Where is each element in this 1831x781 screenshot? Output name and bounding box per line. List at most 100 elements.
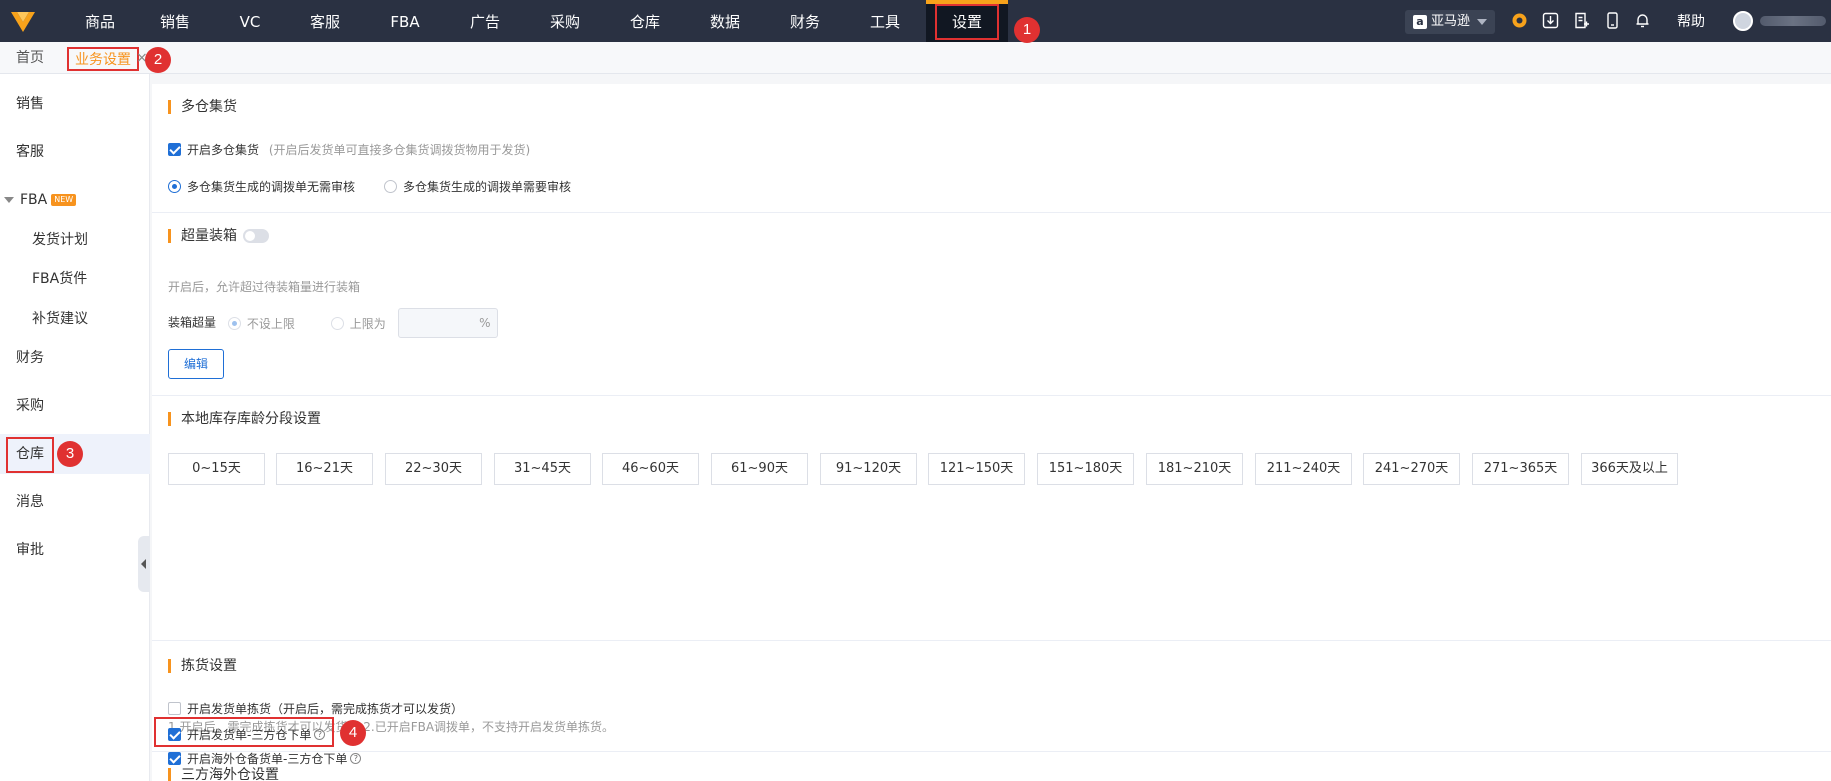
app-logo-icon[interactable] — [8, 6, 38, 36]
age-range-1[interactable]: 16~21天 — [276, 453, 373, 485]
sidebar-item-approval[interactable]: 审批 — [0, 530, 150, 570]
annotation-box-warehouse — [6, 437, 54, 473]
username-blurred[interactable] — [1760, 16, 1826, 26]
tab-business-settings[interactable]: 业务设置 — [67, 47, 139, 71]
age-range-3[interactable]: 31~45天 — [494, 453, 591, 485]
checkbox[interactable] — [168, 702, 181, 715]
nav-item-sales[interactable]: 销售 — [145, 0, 205, 42]
sidebar-collapse-handle[interactable] — [138, 536, 150, 592]
sidebar-item-fba-shipment[interactable]: FBA货件 — [0, 259, 150, 299]
section-multi-warehouse: 多仓集货 开启多仓集货 (开启后发货单可直接多仓集货调拨货物用于发货) 多仓集货… — [152, 84, 1831, 213]
section-inventory-age: 本地库存库龄分段设置 — [152, 396, 1831, 641]
nav-item-vc[interactable]: VC — [225, 0, 275, 42]
nav-item-data[interactable]: 数据 — [695, 0, 755, 42]
field-label: 装箱超量 — [168, 315, 217, 330]
avatar[interactable] — [1733, 11, 1753, 31]
new-badge: NEW — [51, 194, 77, 206]
nav-item-purchasing[interactable]: 采购 — [535, 0, 595, 42]
age-range-6[interactable]: 91~120天 — [820, 453, 917, 485]
section-title: 超量装箱 — [168, 229, 269, 243]
mobile-icon[interactable] — [1604, 12, 1621, 29]
third-party-stockup-option[interactable]: 开启海外仓备货单-三方仓下单? — [168, 750, 362, 767]
overpack-description: 开启后，允许超过待装箱量进行装箱 — [168, 278, 360, 295]
age-range-12[interactable]: 271~365天 — [1472, 453, 1569, 485]
sidebar-item-sales[interactable]: 销售 — [0, 84, 150, 124]
tab-home[interactable]: 首页 — [16, 42, 44, 74]
nav-item-ads[interactable]: 广告 — [455, 0, 515, 42]
age-range-11[interactable]: 241~270天 — [1363, 453, 1460, 485]
download-icon[interactable] — [1542, 12, 1559, 29]
age-range-2[interactable]: 22~30天 — [385, 453, 482, 485]
age-range-10[interactable]: 211~240天 — [1255, 453, 1352, 485]
chevron-down-icon — [1477, 19, 1487, 25]
radio[interactable] — [384, 180, 397, 193]
age-range-4[interactable]: 46~60天 — [602, 453, 699, 485]
marketplace-select[interactable]: a 亚马逊 — [1405, 10, 1495, 34]
sidebar-item-fba[interactable]: FBA NEW — [0, 180, 150, 220]
annotation-marker-2: 2 — [145, 47, 171, 73]
settings-content: 多仓集货 开启多仓集货 (开启后发货单可直接多仓集货调拨货物用于发货) 多仓集货… — [152, 84, 1831, 781]
overpack-limit-row: 装箱超量 不设上限 上限为 % — [168, 308, 498, 338]
amazon-icon: a — [1413, 15, 1427, 29]
limit-percent-input[interactable]: % — [397, 308, 498, 338]
notification-dot-icon[interactable] — [1511, 12, 1528, 29]
tab-strip: 首页 业务设置 × — [0, 42, 1831, 74]
sidebar-item-purchasing[interactable]: 采购 — [0, 386, 150, 426]
radio-need-review[interactable]: 多仓集货生成的调拨单需要审核 — [384, 178, 571, 195]
section-third-party-warehouse: 三方海外仓设置 — [152, 752, 1831, 781]
age-range-8[interactable]: 151~180天 — [1037, 453, 1134, 485]
top-navigation-bar: 商品 销售 VC 客服 FBA 广告 采购 仓库 数据 财务 工具 设置 a 亚马… — [0, 0, 1831, 42]
sidebar: 销售 客服 FBA NEW 发货计划 FBA货件 补货建议 财务 采购 仓库 消息… — [0, 74, 150, 781]
picking-checkbox-row[interactable]: 开启发货单拣货（开启后，需完成拣货才可以发货） — [168, 700, 463, 717]
overpack-toggle[interactable] — [243, 229, 269, 243]
age-range-5[interactable]: 61~90天 — [711, 453, 808, 485]
percent-unit: % — [479, 316, 491, 330]
section-title: 本地库存库龄分段设置 — [168, 412, 321, 426]
edit-button[interactable]: 编辑 — [168, 349, 224, 379]
age-range-13[interactable]: 366天及以上 — [1581, 453, 1678, 485]
sidebar-item-finance[interactable]: 财务 — [0, 338, 150, 378]
checkbox[interactable] — [168, 752, 181, 765]
checkbox[interactable] — [168, 143, 181, 156]
sidebar-item-label: FBA — [20, 192, 48, 208]
multi-warehouse-checkbox-row[interactable]: 开启多仓集货 (开启后发货单可直接多仓集货调拨货物用于发货) — [168, 141, 530, 158]
nav-item-tools[interactable]: 工具 — [855, 0, 915, 42]
help-icon[interactable]: ? — [350, 753, 362, 764]
bell-icon[interactable] — [1634, 12, 1651, 29]
radio-limit[interactable] — [330, 316, 344, 330]
age-range-0[interactable]: 0~15天 — [168, 453, 265, 485]
task-list-icon[interactable] — [1573, 12, 1590, 29]
help-link[interactable]: 帮助 — [1677, 0, 1705, 44]
section-title: 多仓集货 — [168, 100, 237, 114]
nav-item-warehouse[interactable]: 仓库 — [615, 0, 675, 42]
sidebar-item-replenishment[interactable]: 补货建议 — [0, 299, 150, 339]
radio-no-review[interactable]: 多仓集货生成的调拨单无需审核 — [168, 178, 355, 195]
sidebar-item-shipment-plan[interactable]: 发货计划 — [0, 220, 150, 260]
chevron-down-icon — [4, 197, 14, 203]
radio-label: 上限为 — [349, 316, 386, 331]
section-title-text: 超量装箱 — [181, 228, 237, 244]
age-range-9[interactable]: 181~210天 — [1146, 453, 1243, 485]
section-title: 拣货设置 — [168, 659, 237, 673]
nav-item-customer-service[interactable]: 客服 — [295, 0, 355, 42]
age-range-7[interactable]: 121~150天 — [928, 453, 1025, 485]
sidebar-item-customer-service[interactable]: 客服 — [0, 132, 150, 172]
annotation-marker-1: 1 — [1014, 17, 1040, 43]
annotation-marker-4: 4 — [340, 720, 366, 746]
radio-label: 不设上限 — [246, 316, 295, 331]
nav-item-products[interactable]: 商品 — [70, 0, 130, 42]
radio-unlimited[interactable] — [227, 316, 241, 330]
description-text: 开启后，允许超过待装箱量进行装箱 — [168, 280, 361, 294]
hint-text: (开启后发货单可直接多仓集货调拨货物用于发货) — [268, 143, 531, 157]
nav-item-fba[interactable]: FBA — [375, 0, 435, 42]
section-overpack: 超量装箱 开启后，允许超过待装箱量进行装箱 装箱超量 不设上限 上限为 % — [152, 213, 1831, 396]
marketplace-label: 亚马逊 — [1431, 14, 1471, 29]
section-title: 三方海外仓设置 — [168, 768, 279, 781]
annotation-box-settings — [935, 4, 999, 40]
annotation-box-third-party-option — [154, 717, 334, 747]
section-picking: 拣货设置 开启发货单拣货（开启后，需完成拣货才可以发货） 1.开启后，需完成拣货… — [152, 641, 1831, 752]
annotation-marker-3: 3 — [57, 441, 83, 467]
radio[interactable] — [168, 180, 181, 193]
nav-item-finance[interactable]: 财务 — [775, 0, 835, 42]
sidebar-item-messages[interactable]: 消息 — [0, 482, 150, 522]
